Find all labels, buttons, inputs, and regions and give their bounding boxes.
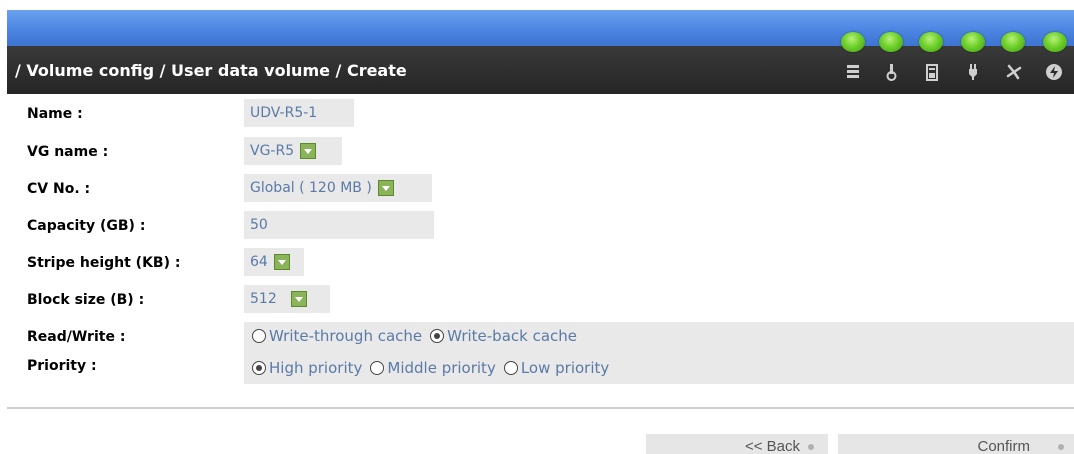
radio-icon[interactable] — [370, 361, 385, 375]
stripe-height-select[interactable]: 64 — [244, 248, 304, 276]
status-led — [841, 32, 865, 52]
radio-icon[interactable] — [252, 329, 266, 343]
name-field[interactable]: UDV-R5-1 — [244, 99, 354, 127]
vg-name-label: VG name : — [27, 144, 109, 160]
middle-priority-option[interactable]: Middle priority — [370, 359, 496, 377]
status-led — [961, 32, 985, 52]
block-size-label: Block size (B) : — [27, 292, 145, 308]
bullet-icon — [1058, 444, 1064, 450]
low-priority-option[interactable]: Low priority — [503, 359, 610, 377]
write-through-option[interactable]: Write-through cache — [252, 327, 422, 345]
name-value: UDV-R5-1 — [250, 105, 318, 121]
status-led — [1001, 32, 1025, 52]
name-label: Name : — [27, 106, 83, 122]
radio-checked-icon[interactable] — [430, 329, 445, 343]
write-back-label: Write-back cache — [447, 327, 578, 345]
chevron-down-icon[interactable] — [377, 180, 394, 196]
battery-icon[interactable] — [922, 62, 942, 82]
status-led — [919, 32, 943, 52]
capacity-value: 50 — [250, 217, 268, 233]
status-led — [879, 32, 903, 52]
chevron-down-icon[interactable] — [273, 254, 290, 270]
confirm-button[interactable]: Confirm — [838, 434, 1074, 454]
vg-name-select[interactable]: VG-R5 — [244, 137, 342, 165]
fan-icon[interactable] — [1004, 62, 1024, 82]
priority-radio-group: High priority Middle priority Low priori… — [252, 359, 617, 377]
radio-icon[interactable] — [503, 361, 518, 375]
block-size-select[interactable]: 512 — [244, 285, 330, 313]
cv-no-value: Global ( 120 MB ) — [250, 180, 372, 196]
middle-priority-label: Middle priority — [387, 359, 496, 377]
stripe-height-value: 64 — [250, 254, 268, 270]
back-button-label: << Back — [744, 437, 800, 454]
header-top-bar — [7, 10, 1074, 46]
temperature-icon[interactable] — [882, 62, 902, 82]
vg-name-value: VG-R5 — [250, 143, 295, 159]
priority-label: Priority : — [27, 358, 97, 374]
capacity-label: Capacity (GB) : — [27, 218, 146, 234]
low-priority-label: Low priority — [520, 359, 610, 377]
chevron-down-icon[interactable] — [300, 143, 317, 159]
write-back-option[interactable]: Write-back cache — [430, 327, 577, 345]
cv-no-select[interactable]: Global ( 120 MB ) — [244, 174, 432, 202]
radio-checked-icon[interactable] — [252, 361, 266, 375]
write-through-label: Write-through cache — [269, 327, 423, 345]
disk-stack-icon[interactable] — [843, 62, 863, 82]
bullet-icon — [808, 444, 814, 450]
read-write-radio-group: Write-through cache Write-back cache — [252, 327, 585, 345]
divider — [7, 407, 1074, 409]
block-size-value: 512 — [250, 291, 277, 307]
high-priority-label: High priority — [269, 359, 363, 377]
power-plug-icon[interactable] — [963, 62, 983, 82]
read-write-label: Read/Write : — [27, 329, 126, 345]
cv-no-label: CV No. : — [27, 181, 91, 197]
chevron-down-icon[interactable] — [290, 291, 307, 307]
capacity-input[interactable]: 50 — [244, 211, 434, 239]
breadcrumb: / Volume config / User data volume / Cre… — [15, 61, 407, 80]
status-led — [1043, 32, 1067, 52]
voltage-icon[interactable] — [1044, 62, 1064, 82]
high-priority-option[interactable]: High priority — [252, 359, 362, 377]
back-button[interactable]: << Back — [646, 434, 828, 454]
confirm-button-label: Confirm — [977, 437, 1030, 454]
stripe-height-label: Stripe height (KB) : — [27, 255, 181, 271]
